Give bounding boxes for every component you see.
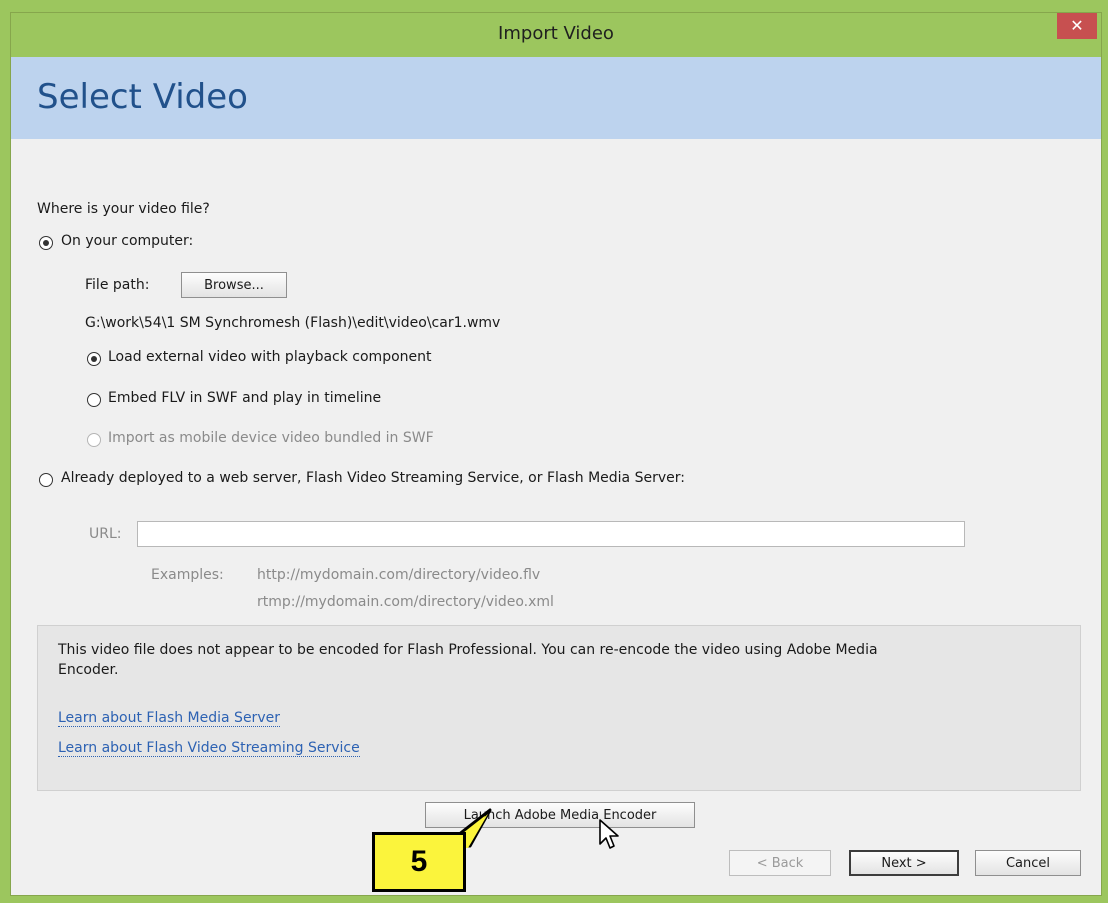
import-video-dialog: Import Video ✕ Select Video Where is you… [10,12,1102,896]
next-button[interactable]: Next > [849,850,959,876]
file-path-label: File path: [85,277,150,293]
url-label: URL: [89,526,122,542]
radio-on-computer[interactable] [39,236,53,250]
window-title: Import Video [498,23,614,44]
radio-deployed-server-label[interactable]: Already deployed to a web server, Flash … [61,470,685,486]
radio-embed-flv-label[interactable]: Embed FLV in SWF and play in timeline [108,390,381,406]
question-label: Where is your video file? [37,201,210,217]
close-icon: ✕ [1070,16,1084,35]
radio-on-computer-label[interactable]: On your computer: [61,233,193,249]
link-flash-video-streaming[interactable]: Learn about Flash Video Streaming Servic… [58,740,360,757]
title-bar[interactable]: Import Video ✕ [11,13,1101,57]
back-button: < Back [729,850,831,876]
dialog-content: Where is your video file? On your comput… [11,139,1101,895]
mouse-cursor-icon [599,819,619,849]
radio-load-external-label[interactable]: Load external video with playback compon… [108,349,432,365]
radio-load-external[interactable] [87,352,101,366]
close-button[interactable]: ✕ [1057,13,1097,39]
example-flv-url: http://mydomain.com/directory/video.flv [257,567,541,583]
cancel-button[interactable]: Cancel [975,850,1081,876]
examples-label: Examples: [151,567,224,583]
radio-mobile-video-label: Import as mobile device video bundled in… [108,430,434,446]
page-header: Select Video [11,57,1101,140]
page-title: Select Video [37,77,248,117]
radio-deployed-server[interactable] [39,473,53,487]
browse-button[interactable]: Browse... [181,272,287,298]
link-flash-media-server[interactable]: Learn about Flash Media Server [58,710,280,727]
radio-embed-flv[interactable] [87,393,101,407]
encoding-message-line-2: Encoder. [58,662,119,678]
step-callout-badge: 5 [372,832,466,892]
radio-mobile-video [87,433,101,447]
url-input[interactable] [137,521,965,547]
file-path-value: G:\work\54\1 SM Synchromesh (Flash)\edit… [85,315,501,331]
encoding-info-panel: This video file does not appear to be en… [37,625,1081,791]
example-rtmp-url: rtmp://mydomain.com/directory/video.xml [257,594,554,610]
encoding-message-line-1: This video file does not appear to be en… [58,642,878,658]
